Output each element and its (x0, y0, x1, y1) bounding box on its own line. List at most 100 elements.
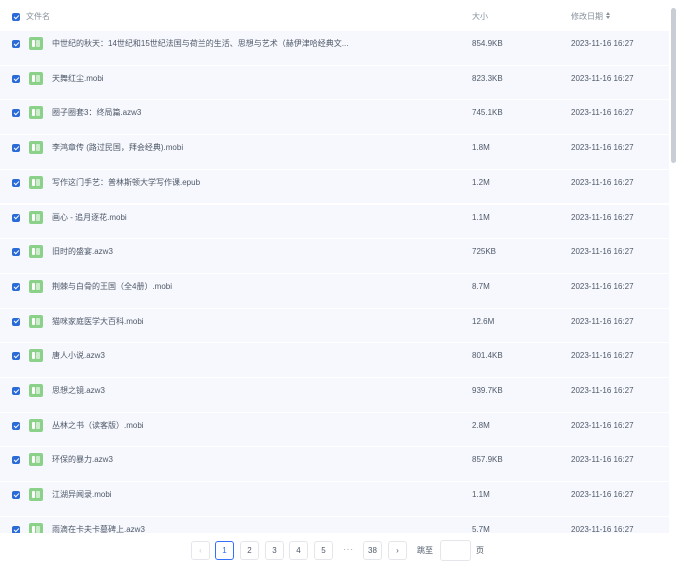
file-modified-date: 2023-11-16 16:27 (571, 455, 634, 465)
table-row[interactable]: 思想之镜.azw3 939.7KB 2023-11-16 16:27 (0, 378, 669, 413)
file-modified-date: 2023-11-16 16:27 (571, 316, 634, 326)
file-name[interactable]: 猫咪家庭医学大百科.mobi (52, 317, 144, 327)
page-button-3[interactable]: 3 (265, 541, 284, 560)
file-modified-date: 2023-11-16 16:27 (571, 143, 634, 153)
book-file-icon (29, 279, 43, 293)
file-size: 12.6M (472, 316, 495, 326)
file-name[interactable]: 李鸿章传 (路过民国，拜会经典).mobi (52, 143, 183, 153)
row-checkbox[interactable] (12, 352, 20, 361)
book-file-icon (29, 349, 43, 363)
file-list-panel: 文件名 大小 修改日期 中世纪的秋天：14世纪和15世纪法国与荷兰的生活、思想与… (0, 0, 669, 568)
column-header-size[interactable]: 大小 (472, 12, 488, 22)
row-checkbox[interactable] (12, 144, 20, 153)
file-modified-date: 2023-11-16 16:27 (571, 490, 634, 500)
row-checkbox[interactable] (12, 248, 20, 257)
book-file-icon (29, 522, 43, 533)
row-checkbox[interactable] (12, 109, 20, 118)
row-checkbox[interactable] (12, 421, 20, 430)
row-checkbox[interactable] (12, 213, 20, 222)
file-name[interactable]: 旧时的盛宴.azw3 (52, 247, 113, 257)
book-file-icon (29, 37, 43, 50)
row-checkbox[interactable] (12, 40, 20, 48)
row-checkbox[interactable] (12, 387, 20, 395)
page-button-5[interactable]: 5 (314, 541, 333, 560)
book-file-icon (29, 106, 43, 120)
file-name[interactable]: 江湖异闻录.mobi (52, 490, 112, 500)
page-button-1[interactable]: 1 (215, 541, 234, 560)
file-modified-date: 2023-11-16 16:27 (571, 177, 634, 187)
book-file-icon (29, 418, 43, 432)
file-modified-date: 2023-11-16 16:27 (571, 386, 634, 395)
book-file-icon (29, 314, 43, 328)
book-file-icon (29, 453, 43, 467)
file-name[interactable]: 中世纪的秋天：14世纪和15世纪法国与荷兰的生活、思想与艺术（赫伊津哈经典文..… (52, 39, 348, 49)
file-list: 中世纪的秋天：14世纪和15世纪法国与荷兰的生活、思想与艺术（赫伊津哈经典文..… (0, 31, 669, 533)
sort-icon[interactable] (605, 12, 611, 20)
file-name[interactable]: 荆棘与白骨的王国（全4册）.mobi (52, 282, 172, 292)
book-file-icon (29, 71, 43, 85)
file-name[interactable]: 唐人小说.azw3 (52, 351, 105, 361)
select-all-checkbox[interactable] (12, 13, 20, 21)
file-name[interactable]: 圈子圈套3：终局篇.azw3 (52, 108, 141, 118)
table-row[interactable]: 雨滴在卡夫卡墓碑上.azw3 5.7M 2023-11-16 16:27 (0, 516, 669, 533)
page-ellipsis[interactable]: ··· (339, 541, 358, 560)
file-modified-date: 2023-11-16 16:27 (571, 351, 634, 361)
file-name[interactable]: 思想之镜.azw3 (52, 386, 105, 396)
row-checkbox[interactable] (12, 74, 20, 83)
row-checkbox[interactable] (12, 317, 20, 326)
scrollbar-thumb[interactable] (671, 8, 676, 163)
file-size: 939.7KB (472, 386, 503, 395)
table-row[interactable]: 写作这门手艺：普林斯顿大学写作课.epub 1.2M 2023-11-16 16:2… (0, 169, 669, 205)
table-row[interactable]: 唐人小说.azw3 801.4KB 2023-11-16 16:27 (0, 343, 669, 378)
prev-page-button[interactable]: ‹ (191, 541, 210, 560)
jump-to-page-input[interactable] (440, 540, 471, 561)
file-size: 725KB (472, 247, 497, 257)
file-name[interactable]: 写作这门手艺：普林斯顿大学写作课.epub (52, 178, 200, 188)
file-modified-date: 2023-11-16 16:27 (571, 73, 634, 83)
file-name[interactable]: 环保的暴力.azw3 (52, 455, 113, 465)
book-file-icon (29, 141, 43, 155)
file-size: 745.1KB (472, 108, 503, 118)
file-size: 1.1M (472, 212, 490, 222)
jump-to-unit: 页 (476, 546, 484, 555)
column-header-date-label: 修改日期 (571, 12, 603, 21)
table-row[interactable]: 丛林之书（读客版）.mobi 2.8M 2023-11-16 16:27 (0, 412, 669, 448)
file-modified-date: 2023-11-16 16:27 (571, 39, 634, 48)
book-file-icon (29, 175, 43, 189)
vertical-scrollbar[interactable] (669, 0, 680, 568)
table-row[interactable]: 旧时的盛宴.azw3 725KB 2023-11-16 16:27 (0, 239, 669, 274)
table-row[interactable]: 天舞红尘.mobi 823.3KB 2023-11-16 16:27 (0, 65, 669, 101)
book-file-icon (29, 210, 43, 224)
file-name[interactable]: 天舞红尘.mobi (52, 74, 104, 84)
table-row[interactable]: 江湖异闻录.mobi 1.1M 2023-11-16 16:27 (0, 482, 669, 517)
table-row[interactable]: 环保的暴力.azw3 857.9KB 2023-11-16 16:27 (0, 447, 669, 483)
table-row[interactable]: 李鸿章传 (路过民国，拜会经典).mobi 1.8M 2023-11-16 16:2… (0, 135, 669, 170)
row-checkbox[interactable] (12, 525, 20, 533)
file-name[interactable]: 画心 - 追月逐花.mobi (52, 213, 127, 223)
page-button-2[interactable]: 2 (240, 541, 259, 560)
jump-to-label: 跳至 (417, 546, 433, 555)
table-row[interactable]: 圈子圈套3：终局篇.azw3 745.1KB 2023-11-16 16:27 (0, 100, 669, 136)
row-checkbox[interactable] (12, 178, 20, 187)
file-modified-date: 2023-11-16 16:27 (571, 108, 634, 118)
file-name[interactable]: 雨滴在卡夫卡墓碑上.azw3 (52, 525, 145, 533)
table-row[interactable]: 猫咪家庭医学大百科.mobi 12.6M 2023-11-16 16:27 (0, 308, 669, 344)
file-size: 1.8M (472, 143, 490, 153)
page-button-4[interactable]: 4 (289, 541, 308, 560)
file-size: 801.4KB (472, 351, 503, 361)
row-checkbox[interactable] (12, 456, 20, 465)
column-header-date[interactable]: 修改日期 (571, 12, 611, 22)
page-button-last[interactable]: 38 (363, 541, 382, 560)
file-modified-date: 2023-11-16 16:27 (571, 281, 634, 291)
column-header-name[interactable]: 文件名 (26, 12, 50, 22)
book-file-icon (29, 488, 43, 502)
table-row[interactable]: 画心 - 追月逐花.mobi 1.1M 2023-11-16 16:27 (0, 204, 669, 240)
file-name[interactable]: 丛林之书（读客版）.mobi (52, 421, 144, 431)
row-checkbox[interactable] (12, 282, 20, 291)
table-row[interactable]: 荆棘与白骨的王国（全4册）.mobi 8.7M 2023-11-16 16:27 (0, 273, 669, 309)
next-page-button[interactable]: › (388, 541, 407, 560)
row-checkbox[interactable] (12, 491, 20, 500)
table-row[interactable]: 中世纪的秋天：14世纪和15世纪法国与荷兰的生活、思想与艺术（赫伊津哈经典文..… (0, 31, 669, 66)
file-size: 854.9KB (472, 39, 503, 48)
file-size: 823.3KB (472, 73, 503, 83)
